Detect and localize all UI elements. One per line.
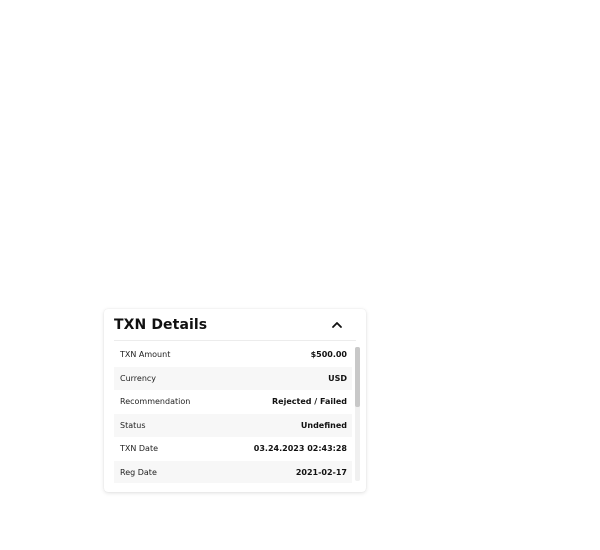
row-value: 03.24.2023 02:43:28 — [253, 444, 347, 454]
scrollbar-thumb[interactable] — [355, 347, 360, 407]
row-label: Currency — [120, 373, 157, 383]
detail-row-currency: Currency USD — [114, 366, 352, 390]
header-divider — [114, 340, 356, 341]
panel-title: TXN Details — [114, 317, 208, 333]
panel-header: TXN Details — [104, 309, 366, 340]
detail-row-recommendation: Recommendation Rejected / Failed — [114, 390, 352, 414]
row-value: USD — [328, 373, 347, 383]
txn-details-panel: TXN Details TXN Amount $500.00 Currency … — [104, 309, 366, 492]
row-label: Recommendation — [120, 397, 191, 407]
detail-row-reg-date: Reg Date 2021-02-17 — [114, 460, 352, 483]
row-value: $500.00 — [310, 350, 347, 360]
collapse-button[interactable] — [328, 317, 346, 333]
row-label: Reg Date — [120, 467, 157, 477]
row-value: Rejected / Failed — [272, 397, 347, 407]
row-label: TXN Date — [120, 444, 159, 454]
row-value: Undefined — [300, 420, 347, 430]
scrollbar[interactable] — [355, 347, 360, 481]
row-value: 2021-02-17 — [295, 467, 347, 477]
detail-row-txn-date: TXN Date 03.24.2023 02:43:28 — [114, 437, 352, 461]
chevron-up-icon — [332, 322, 342, 328]
details-list: TXN Amount $500.00 Currency USD Recommen… — [114, 343, 352, 483]
row-label: TXN Amount — [120, 350, 171, 360]
detail-row-txn-amount: TXN Amount $500.00 — [114, 343, 352, 367]
row-label: Status — [120, 420, 146, 430]
detail-row-status: Status Undefined — [114, 413, 352, 437]
